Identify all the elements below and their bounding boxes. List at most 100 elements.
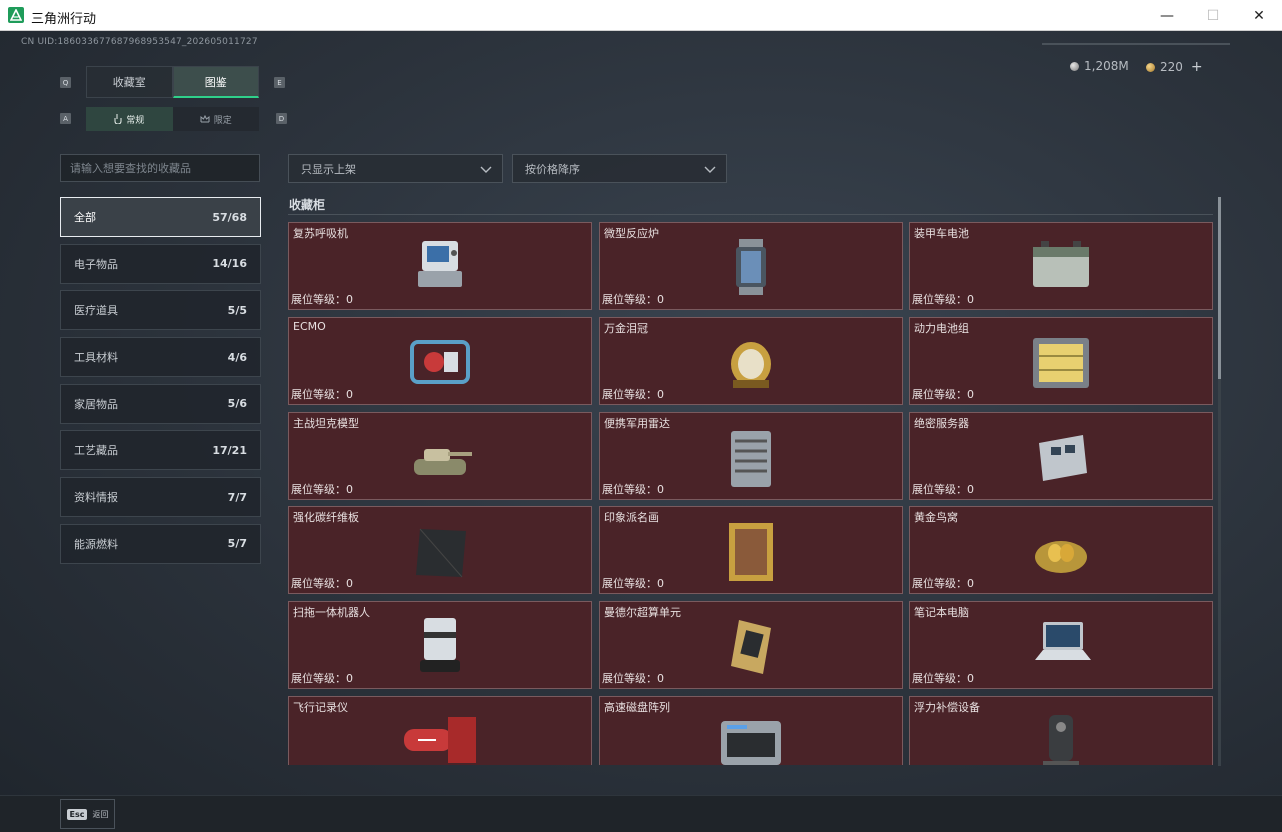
close-button[interactable]: ✕ <box>1236 0 1282 31</box>
tank-icon <box>414 449 472 475</box>
server-icon <box>1039 435 1087 481</box>
top-divider <box>1042 43 1230 45</box>
item-booth-level: 展位等级：0 <box>602 388 664 401</box>
item-booth-level: 展位等级：0 <box>912 293 974 306</box>
collection-item-card[interactable]: 动力电池组 展位等级：0 <box>909 317 1213 405</box>
painting-icon <box>729 523 773 581</box>
section-title: 收藏柜 <box>289 198 326 212</box>
subtab-limited[interactable]: 限定 <box>172 107 259 131</box>
collection-item-card[interactable]: 主战坦克模型 展位等级：0 <box>288 412 592 500</box>
item-name: 印象派名画 <box>604 511 659 524</box>
item-booth-level: 展位等级：0 <box>291 483 353 496</box>
collection-item-card[interactable]: ECMO 展位等级：0 <box>288 317 592 405</box>
item-booth-level: 展位等级：0 <box>291 577 353 590</box>
item-booth-level: 展位等级：0 <box>602 483 664 496</box>
item-booth-level: 展位等级：0 <box>912 577 974 590</box>
category-label: 资料情报 <box>74 491 118 505</box>
key-hint-a: A <box>60 113 71 124</box>
category-list: 全部 57/68 电子物品 14/16 医疗道具 5/5 工具材料 4/6 家居物品 5/… <box>60 197 261 571</box>
silver-currency: 1,208M <box>1070 59 1129 73</box>
item-name: 强化碳纤维板 <box>293 511 359 524</box>
laptop-icon <box>1035 622 1091 660</box>
category-intel[interactable]: 资料情报 7/7 <box>60 477 261 518</box>
item-booth-level: 展位等级：0 <box>291 672 353 685</box>
category-count: 14/16 <box>212 257 247 271</box>
category-count: 17/21 <box>212 443 247 457</box>
item-booth-level: 展位等级：0 <box>602 293 664 306</box>
crown-egg-icon <box>731 342 771 388</box>
item-booth-level: 展位等级：0 <box>912 672 974 685</box>
category-tools[interactable]: 工具材料 4/6 <box>60 337 261 378</box>
subtab-regular-label: 常规 <box>126 115 145 126</box>
grid-scrollbar[interactable] <box>1218 197 1221 766</box>
collection-item-card[interactable]: 高速磁盘阵列 <box>599 696 903 765</box>
gold-coin-icon <box>1146 62 1155 72</box>
window-titlebar: 三角洲行动 — ☐ ✕ <box>0 0 1282 31</box>
category-count: 7/7 <box>227 490 247 504</box>
window-title: 三角洲行动 <box>31 12 97 27</box>
collection-item-card[interactable]: 绝密服务器 展位等级：0 <box>909 412 1213 500</box>
category-crafts[interactable]: 工艺藏品 17/21 <box>60 430 261 471</box>
category-count: 5/7 <box>227 537 247 551</box>
app-logo-icon <box>8 7 24 23</box>
category-household[interactable]: 家居物品 5/6 <box>60 383 261 424</box>
item-booth-level: 展位等级：0 <box>291 388 353 401</box>
collection-item-card[interactable]: 微型反应炉 展位等级：0 <box>599 222 903 310</box>
scroll-thumb[interactable] <box>1218 197 1221 379</box>
flight-recorder-icon <box>404 717 476 763</box>
item-booth-level: 展位等级：0 <box>602 672 664 685</box>
key-hint-d: D <box>276 113 287 124</box>
item-name: 动力电池组 <box>914 322 969 335</box>
item-name: 装甲车电池 <box>914 227 969 240</box>
collection-item-card[interactable]: 印象派名画展位等级：0 <box>599 506 903 594</box>
subtab-regular[interactable]: 常规 <box>86 107 173 131</box>
category-all[interactable]: 全部 57/68 <box>60 197 261 237</box>
minimize-button[interactable]: — <box>1144 0 1190 31</box>
search-input[interactable] <box>60 154 260 182</box>
category-electronics[interactable]: 电子物品 14/16 <box>60 243 261 284</box>
tab-catalog[interactable]: 图鉴 <box>172 66 259 98</box>
back-label: 返回 <box>92 809 109 819</box>
golden-nest-icon <box>1035 541 1087 573</box>
category-energy[interactable]: 能源燃料 5/7 <box>60 523 261 564</box>
category-label: 工具材料 <box>74 351 118 365</box>
shelf-filter-value: 只显示上架 <box>301 162 356 176</box>
item-booth-level: 展位等级：0 <box>602 577 664 590</box>
collection-item-card[interactable]: 笔记本电脑展位等级：0 <box>909 601 1213 689</box>
back-button[interactable]: Esc 返回 <box>60 799 115 829</box>
collection-item-card[interactable]: 浮力补偿设备 <box>909 696 1213 765</box>
category-label: 工艺藏品 <box>74 444 118 458</box>
category-count: 4/6 <box>227 350 247 364</box>
item-name: 高速磁盘阵列 <box>604 701 670 714</box>
category-medical[interactable]: 医疗道具 5/5 <box>60 290 261 331</box>
collection-item-card[interactable]: 飞行记录仪 <box>288 696 592 765</box>
add-currency-button[interactable]: + <box>1191 59 1203 75</box>
hand-icon <box>114 114 122 124</box>
item-name: 笔记本电脑 <box>914 606 969 619</box>
shelf-filter-dropdown[interactable]: 只显示上架 <box>288 154 503 183</box>
key-hint-e: E <box>274 77 285 88</box>
gold-amount: 220 <box>1160 60 1183 74</box>
collection-item-card[interactable]: 万金泪冠 展位等级：0 <box>599 317 903 405</box>
sort-dropdown[interactable]: 按价格降序 <box>512 154 727 183</box>
collection-item-card[interactable]: 扫拖一体机器人 展位等级：0 <box>288 601 592 689</box>
collection-item-card[interactable]: 强化碳纤维板 展位等级：0 <box>288 506 592 594</box>
collection-item-card[interactable]: 曼德尔超算单元 展位等级：0 <box>599 601 903 689</box>
collection-item-card[interactable]: 便携军用雷达 展位等级：0 <box>599 412 903 500</box>
esc-key-icon: Esc <box>66 808 88 820</box>
carbon-plate-icon <box>416 528 466 578</box>
maximize-button[interactable]: ☐ <box>1190 0 1236 31</box>
compute-unit-icon <box>731 620 771 674</box>
tab-collection-room[interactable]: 收藏室 <box>86 66 173 98</box>
collection-item-card[interactable]: 黄金鸟窝展位等级：0 <box>909 506 1213 594</box>
item-name: ECMO <box>293 320 326 333</box>
chevron-down-icon <box>704 166 716 173</box>
crown-icon <box>200 115 210 123</box>
category-label: 医疗道具 <box>74 304 118 318</box>
collection-item-card[interactable]: 复苏呼吸机 展位等级：0 <box>288 222 592 310</box>
item-name: 黄金鸟窝 <box>914 511 958 524</box>
item-name: 飞行记录仪 <box>293 701 348 714</box>
item-name: 浮力补偿设备 <box>914 701 980 714</box>
game-viewport: CN UID:1860336776879689535​47_2026050117… <box>0 31 1282 832</box>
collection-item-card[interactable]: 装甲车电池展位等级：0 <box>909 222 1213 310</box>
